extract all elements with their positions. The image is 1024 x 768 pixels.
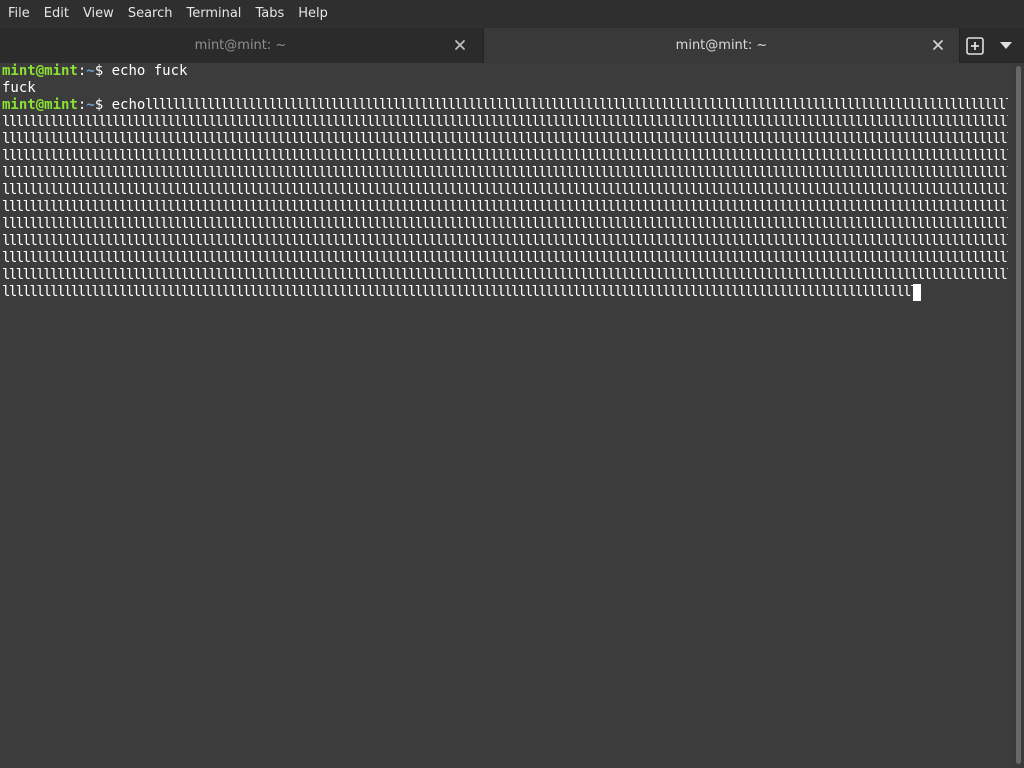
repeated-text-row: llllllllllllllllllllllllllllllllllllllll… — [2, 165, 1008, 181]
menu-edit[interactable]: Edit — [37, 0, 76, 28]
close-icon[interactable] — [453, 38, 467, 52]
prompt-path: ~ — [86, 97, 95, 113]
tab-1[interactable]: mint@mint: ~ — [0, 28, 481, 63]
tab-2-label: mint@mint: ~ — [675, 38, 768, 53]
repeated-text-row: llllllllllllllllllllllllllllllllllllllll… — [2, 199, 1008, 215]
chevron-down-icon[interactable] — [998, 41, 1014, 51]
menu-help[interactable]: Help — [291, 0, 335, 28]
menu-view[interactable]: View — [76, 0, 121, 28]
menu-file[interactable]: File — [1, 0, 37, 28]
repeated-text-row: llllllllllllllllllllllllllllllllllllllll… — [2, 267, 1008, 283]
repeated-text-row: llllllllllllllllllllllllllllllllllllllll… — [2, 284, 913, 300]
close-icon[interactable] — [931, 38, 945, 52]
prompt-symbol: $ — [94, 63, 112, 79]
command-output: fuck — [2, 80, 36, 96]
prompt-symbol: $ — [94, 97, 112, 113]
repeated-text-row: llllllllllllllllllllllllllllllllllllllll… — [2, 182, 1008, 198]
vertical-scrollbar[interactable] — [1013, 63, 1024, 768]
menu-terminal[interactable]: Terminal — [179, 0, 248, 28]
menu-search[interactable]: Search — [121, 0, 180, 28]
tab-bar: mint@mint: ~ mint@mint: ~ — [0, 28, 1024, 63]
repeated-text-row: llllllllllllllllllllllllllllllllllllllll… — [2, 148, 1008, 164]
prompt-user: mint@mint — [2, 63, 78, 79]
menu-tabs[interactable]: Tabs — [248, 0, 291, 28]
terminal-line: fuck — [2, 80, 36, 97]
new-tab-icon[interactable] — [965, 36, 985, 56]
prompt-user: mint@mint — [2, 97, 78, 113]
prompt-path: ~ — [86, 63, 95, 79]
scrollbar-thumb[interactable] — [1016, 66, 1021, 764]
repeated-text-row: llllllllllllllllllllllllllllllllllllllll… — [145, 97, 1008, 113]
repeated-text-row: llllllllllllllllllllllllllllllllllllllll… — [2, 233, 1008, 249]
tab-1-label: mint@mint: ~ — [194, 38, 287, 53]
repeated-text-row: llllllllllllllllllllllllllllllllllllllll… — [2, 114, 1008, 130]
repeated-text-row: llllllllllllllllllllllllllllllllllllllll… — [2, 250, 1008, 266]
repeated-text-row: llllllllllllllllllllllllllllllllllllllll… — [2, 131, 1008, 147]
text-cursor — [913, 284, 921, 301]
repeated-text-row: llllllllllllllllllllllllllllllllllllllll… — [2, 216, 1008, 232]
menu-bar: File Edit View Search Terminal Tabs Help — [0, 0, 1024, 28]
tab-2[interactable]: mint@mint: ~ — [483, 28, 960, 63]
terminal-output[interactable]: mint@mint:~$ echo fuck fuck mint@mint:~$… — [0, 63, 1013, 768]
command-text: echo fuck — [111, 63, 188, 79]
terminal-line: mint@mint:~$ echo fuck — [2, 63, 187, 80]
